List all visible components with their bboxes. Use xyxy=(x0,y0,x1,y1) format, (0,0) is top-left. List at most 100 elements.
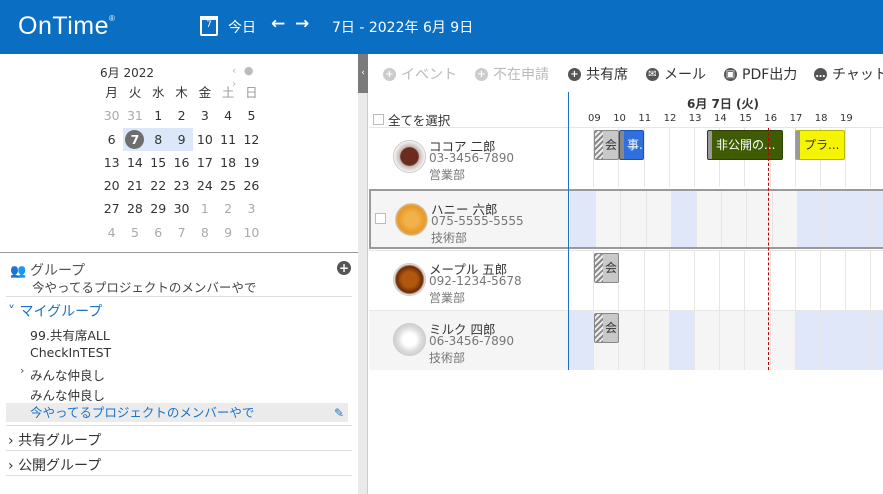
person-row[interactable]: メープル 五郎 092-1234-5678 営業部 会... xyxy=(369,250,883,310)
time-slot[interactable] xyxy=(668,128,694,187)
select-all-checkbox[interactable] xyxy=(373,114,384,125)
group-item[interactable]: CheckInTEST xyxy=(30,345,111,360)
time-slot[interactable] xyxy=(643,311,669,370)
calendar-day[interactable]: 7 xyxy=(123,127,147,151)
ontime-logo[interactable]: OnTime® xyxy=(18,12,115,41)
calendar-day[interactable]: 4 xyxy=(216,104,239,127)
calendar-day[interactable]: 27 xyxy=(100,197,123,220)
calendar-day[interactable]: 16 xyxy=(170,151,193,174)
calendar-day[interactable]: 22 xyxy=(147,174,170,197)
time-slot[interactable] xyxy=(670,191,696,247)
today-button[interactable]: 今日 xyxy=(228,17,256,37)
calendar-day[interactable]: 21 xyxy=(123,174,146,197)
calendar-day[interactable]: 13 xyxy=(100,151,123,174)
time-slot[interactable] xyxy=(744,251,769,310)
panel-splitter[interactable]: ‹ xyxy=(358,54,368,494)
calendar-day[interactable]: 11 xyxy=(216,128,239,151)
group-item-selected[interactable]: 今やってるプロジェクトのメンバーやで ✎ xyxy=(6,403,348,422)
time-slot[interactable] xyxy=(595,191,620,247)
event-block[interactable]: プラ... xyxy=(795,130,845,160)
plus-circle-icon[interactable]: + xyxy=(337,261,351,275)
calendar-day[interactable]: 29 xyxy=(147,197,170,220)
calendar-day[interactable]: 8 xyxy=(193,221,216,244)
time-slot[interactable] xyxy=(845,251,870,310)
event-block[interactable]: 会... xyxy=(594,130,619,160)
calendar-day[interactable]: 6 xyxy=(147,221,170,244)
calendar-day[interactable]: 10 xyxy=(240,221,263,244)
time-slot[interactable] xyxy=(870,311,883,370)
time-slot[interactable] xyxy=(870,251,883,310)
time-slot[interactable] xyxy=(794,311,820,370)
shared-groups-toggle[interactable]: › 共有グループ xyxy=(8,430,101,450)
time-slot[interactable] xyxy=(568,251,593,310)
time-slot[interactable] xyxy=(796,191,822,247)
time-slot[interactable] xyxy=(845,311,871,370)
time-slot[interactable] xyxy=(696,191,721,247)
time-slot[interactable] xyxy=(568,311,594,370)
pdf-button[interactable]: ▣ PDF出力 xyxy=(724,64,797,84)
chat-button[interactable]: … チャット xyxy=(814,64,883,84)
row-checkbox[interactable] xyxy=(375,213,386,224)
calendar-day[interactable]: 25 xyxy=(216,174,239,197)
time-slot[interactable] xyxy=(769,311,795,370)
person-row[interactable]: ミルク 四郎 06-3456-7890 技術部 会... xyxy=(369,310,883,370)
calendar-day[interactable]: 18 xyxy=(216,151,239,174)
calendar-day[interactable]: 4 xyxy=(100,221,123,244)
time-slot[interactable] xyxy=(872,191,883,247)
calendar-day[interactable]: 23 xyxy=(170,174,193,197)
calendar-day[interactable]: 24 xyxy=(193,174,216,197)
shared-seat-button[interactable]: + 共有席 xyxy=(568,64,628,84)
time-slot[interactable] xyxy=(668,311,694,370)
calendar-day[interactable]: 26 xyxy=(240,174,263,197)
time-slot[interactable] xyxy=(820,311,846,370)
calendar-day[interactable]: 2 xyxy=(170,104,193,127)
calendar-day[interactable]: 7 xyxy=(170,221,193,244)
calendar-day[interactable]: 19 xyxy=(240,151,263,174)
calendar-day[interactable]: 20 xyxy=(100,174,123,197)
event-block[interactable]: 非公開の... xyxy=(707,130,783,160)
calendar-day[interactable]: 30 xyxy=(170,197,193,220)
calendar-day[interactable]: 3 xyxy=(193,104,216,127)
group-item[interactable]: 99.共有席ALL xyxy=(30,325,110,344)
calendar-day[interactable]: 28 xyxy=(123,197,146,220)
absence-button[interactable]: + 不在申請 xyxy=(475,64,549,84)
time-slot[interactable] xyxy=(847,191,873,247)
event-block[interactable]: 会... xyxy=(594,313,619,343)
time-slot[interactable] xyxy=(618,311,643,370)
public-groups-toggle[interactable]: › 公開グループ xyxy=(8,455,101,475)
time-slot[interactable] xyxy=(771,191,797,247)
mail-button[interactable]: ✉ メール xyxy=(646,64,706,84)
time-slot[interactable] xyxy=(618,251,643,310)
person-row-selected[interactable]: ハニー 六郎 075-5555-5555 技術部 xyxy=(369,189,883,249)
calendar-day[interactable]: 2 xyxy=(216,197,239,220)
calendar-day[interactable]: 5 xyxy=(123,221,146,244)
calendar-day[interactable]: 1 xyxy=(193,197,216,220)
calendar-day[interactable]: 9 xyxy=(216,221,239,244)
time-slot[interactable] xyxy=(822,191,848,247)
time-slot[interactable] xyxy=(694,251,719,310)
collapse-left-icon[interactable]: ‹ xyxy=(358,54,368,93)
group-item[interactable]: みんな仲良し xyxy=(30,385,105,404)
prev-arrow-icon[interactable]: ← xyxy=(271,14,285,34)
time-slot[interactable] xyxy=(643,128,669,187)
calendar-day[interactable]: 30 xyxy=(100,104,123,127)
pencil-icon[interactable]: ✎ xyxy=(334,404,344,423)
calendar-day[interactable]: 14 xyxy=(123,151,146,174)
person-row[interactable]: ココア 二郎 03-3456-7890 営業部 会... 事... 非公開の..… xyxy=(369,127,883,187)
calendar-day[interactable]: 15 xyxy=(147,151,170,174)
next-arrow-icon[interactable]: → xyxy=(295,14,309,34)
time-slot[interactable] xyxy=(645,191,671,247)
time-slot[interactable] xyxy=(643,251,669,310)
calendar-day[interactable]: 9 xyxy=(169,127,194,151)
time-slot[interactable] xyxy=(794,251,820,310)
calendar-day[interactable]: 17 xyxy=(193,151,216,174)
calendar-day[interactable]: 12 xyxy=(240,128,263,151)
event-block[interactable]: 会... xyxy=(594,253,619,283)
time-slot[interactable] xyxy=(620,191,645,247)
event-button[interactable]: + イベント xyxy=(383,64,457,84)
time-slot[interactable] xyxy=(719,251,744,310)
time-slot[interactable] xyxy=(769,251,795,310)
calendar-day[interactable]: 1 xyxy=(147,104,170,127)
time-slot[interactable] xyxy=(870,128,883,187)
time-slot[interactable] xyxy=(719,311,744,370)
